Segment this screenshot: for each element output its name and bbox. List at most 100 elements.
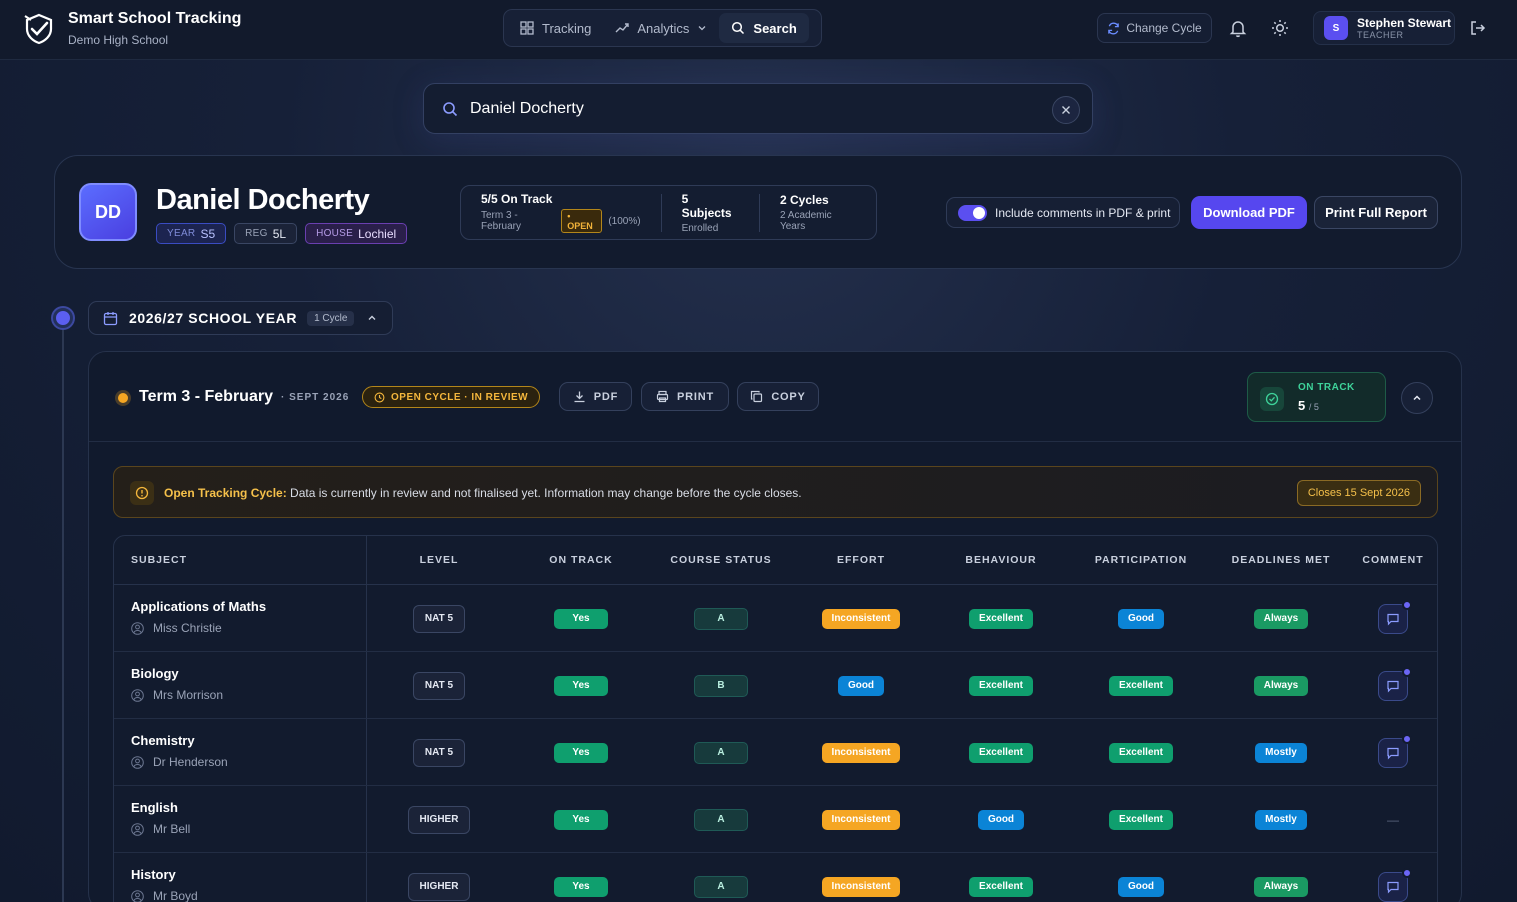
clear-search-button[interactable] (1052, 96, 1080, 124)
nav-tracking[interactable]: Tracking (508, 13, 603, 43)
column-header-on-track: ON TRACK (549, 554, 613, 566)
subject-name: Chemistry (131, 733, 195, 748)
term-header: Term 3 - February · SEPT 2026 OPEN CYCLE… (89, 352, 1461, 442)
level-badge: NAT 5 (412, 738, 466, 767)
trend-up-icon (615, 23, 630, 33)
bell-icon[interactable] (1228, 18, 1248, 38)
app-title: Smart School Tracking (68, 10, 242, 27)
level-badge: NAT 5 (412, 604, 466, 633)
timeline-dot (53, 308, 73, 328)
check-circle-icon (1260, 387, 1284, 411)
school-year-toggle[interactable]: 2026/27 SCHOOL YEAR 1 Cycle (88, 301, 393, 335)
unread-dot (1402, 867, 1412, 878)
teacher-name: Miss Christie (131, 621, 222, 635)
cycle-count-badge: 1 Cycle (307, 310, 355, 326)
student-profile-card: DD Daniel Docherty YEAR S5 REG 5L HOUSE Loc… (54, 155, 1462, 269)
term-print-button[interactable]: PRINT (641, 382, 729, 411)
deadlines-badge: Always (1253, 675, 1309, 696)
school-name: Demo High School (68, 33, 169, 47)
column-header-subject: SUBJECT (131, 554, 188, 566)
school-year-title: 2026/27 SCHOOL YEAR (129, 310, 298, 326)
comment-icon (1387, 680, 1399, 692)
user-name: Stephen Stewart (1357, 15, 1452, 30)
course-status-badge: A (694, 875, 748, 898)
change-cycle-label: Change Cycle (1126, 21, 1202, 35)
download-pdf-button[interactable]: Download PDF (1191, 196, 1307, 229)
search-icon (732, 21, 745, 35)
effort-badge: Inconsistent (821, 809, 901, 830)
comment-button[interactable] (1378, 666, 1412, 701)
column-header-effort: EFFORT (837, 554, 885, 566)
comment-icon (1387, 881, 1399, 893)
search-input[interactable] (470, 99, 1030, 118)
toggle-switch[interactable] (958, 204, 987, 221)
open-cycle-alert: Open Tracking Cycle: Data is currently i… (113, 466, 1438, 518)
toggle-label: Include comments in PDF & print (995, 205, 1171, 220)
subjects-table: SUBJECT LEVEL ON TRACK COURSE STATUS EFFORT B… (113, 535, 1438, 902)
term-title: Term 3 - February (139, 388, 273, 405)
on-track-label: ON TRACK (1298, 382, 1355, 393)
term-pdf-button[interactable]: PDF (559, 382, 632, 411)
on-track-badge: Yes (554, 876, 608, 897)
change-cycle-button[interactable]: Change Cycle (1097, 13, 1212, 43)
deadlines-badge: Mostly (1255, 809, 1307, 830)
avatar: S (1324, 16, 1348, 40)
term-date: · SEPT 2026 (281, 392, 350, 403)
alert-icon (130, 481, 154, 505)
comment-button[interactable] (1378, 867, 1412, 902)
nav-search[interactable]: Search (719, 13, 809, 43)
table-row: Biology Mrs Morrison NAT 5 Yes B Good Excellen… (114, 652, 1437, 719)
comment-button[interactable] (1378, 599, 1412, 634)
logout-icon[interactable] (1469, 19, 1487, 37)
column-header-level: LEVEL (419, 554, 459, 566)
cycle-close-date: Closes 15 Sept 2026 (1296, 480, 1421, 506)
column-header-comment: COMMENT (1362, 554, 1424, 566)
on-track-badge: Yes (554, 809, 608, 830)
print-full-report-button[interactable]: Print Full Report (1314, 196, 1438, 229)
behaviour-badge: Excellent (969, 608, 1033, 629)
sun-icon[interactable] (1270, 18, 1290, 38)
user-icon (131, 822, 144, 836)
table-row: English Mr Bell HIGHER Yes A Inconsistent Good… (114, 786, 1437, 853)
on-track-badge: Yes (554, 742, 608, 763)
teacher-name: Mrs Morrison (131, 688, 223, 702)
grid-icon (520, 21, 534, 35)
behaviour-badge: Good (977, 809, 1025, 830)
cycle-status-badge: OPEN CYCLE · IN REVIEW (362, 386, 541, 408)
copy-icon (751, 390, 763, 403)
unread-dot (1402, 599, 1412, 610)
participation-badge: Good (1117, 608, 1165, 629)
course-status-badge: B (694, 674, 748, 697)
user-icon (131, 688, 144, 702)
reg-tag: REG 5L (234, 223, 298, 244)
deadlines-badge: Always (1253, 608, 1309, 629)
brand[interactable]: Smart School Tracking Demo High School (22, 9, 241, 49)
collapse-term-button[interactable] (1401, 382, 1433, 414)
participation-badge: Excellent (1109, 809, 1173, 830)
participation-badge: Excellent (1109, 742, 1173, 763)
nav-analytics[interactable]: Analytics (603, 13, 719, 43)
subject-name: Applications of Maths (131, 599, 267, 614)
comment-button[interactable] (1378, 733, 1412, 768)
on-track-badge: Yes (554, 608, 608, 629)
subject-name: English (131, 800, 178, 815)
calendar-icon (103, 311, 118, 325)
effort-badge: Good (837, 675, 885, 696)
nav-search-label: Search (753, 20, 797, 36)
deadlines-badge: Mostly (1255, 742, 1307, 763)
user-icon (131, 889, 144, 902)
user-menu[interactable]: S Stephen Stewart TEACHER (1313, 11, 1455, 45)
timeline-line (62, 318, 64, 902)
main-nav: Tracking Analytics Search (503, 9, 822, 47)
school-logo-icon (24, 13, 53, 45)
effort-badge: Inconsistent (821, 876, 901, 897)
level-badge: NAT 5 (412, 671, 466, 700)
subject-name: Biology (131, 666, 179, 681)
teacher-name: Mr Boyd (131, 889, 198, 902)
behaviour-badge: Excellent (969, 876, 1033, 897)
user-icon (131, 755, 144, 769)
behaviour-badge: Excellent (969, 675, 1033, 696)
include-comments-toggle[interactable]: Include comments in PDF & print (946, 197, 1180, 228)
term-copy-button[interactable]: COPY (737, 382, 819, 411)
nav-tracking-label: Tracking (542, 20, 592, 36)
